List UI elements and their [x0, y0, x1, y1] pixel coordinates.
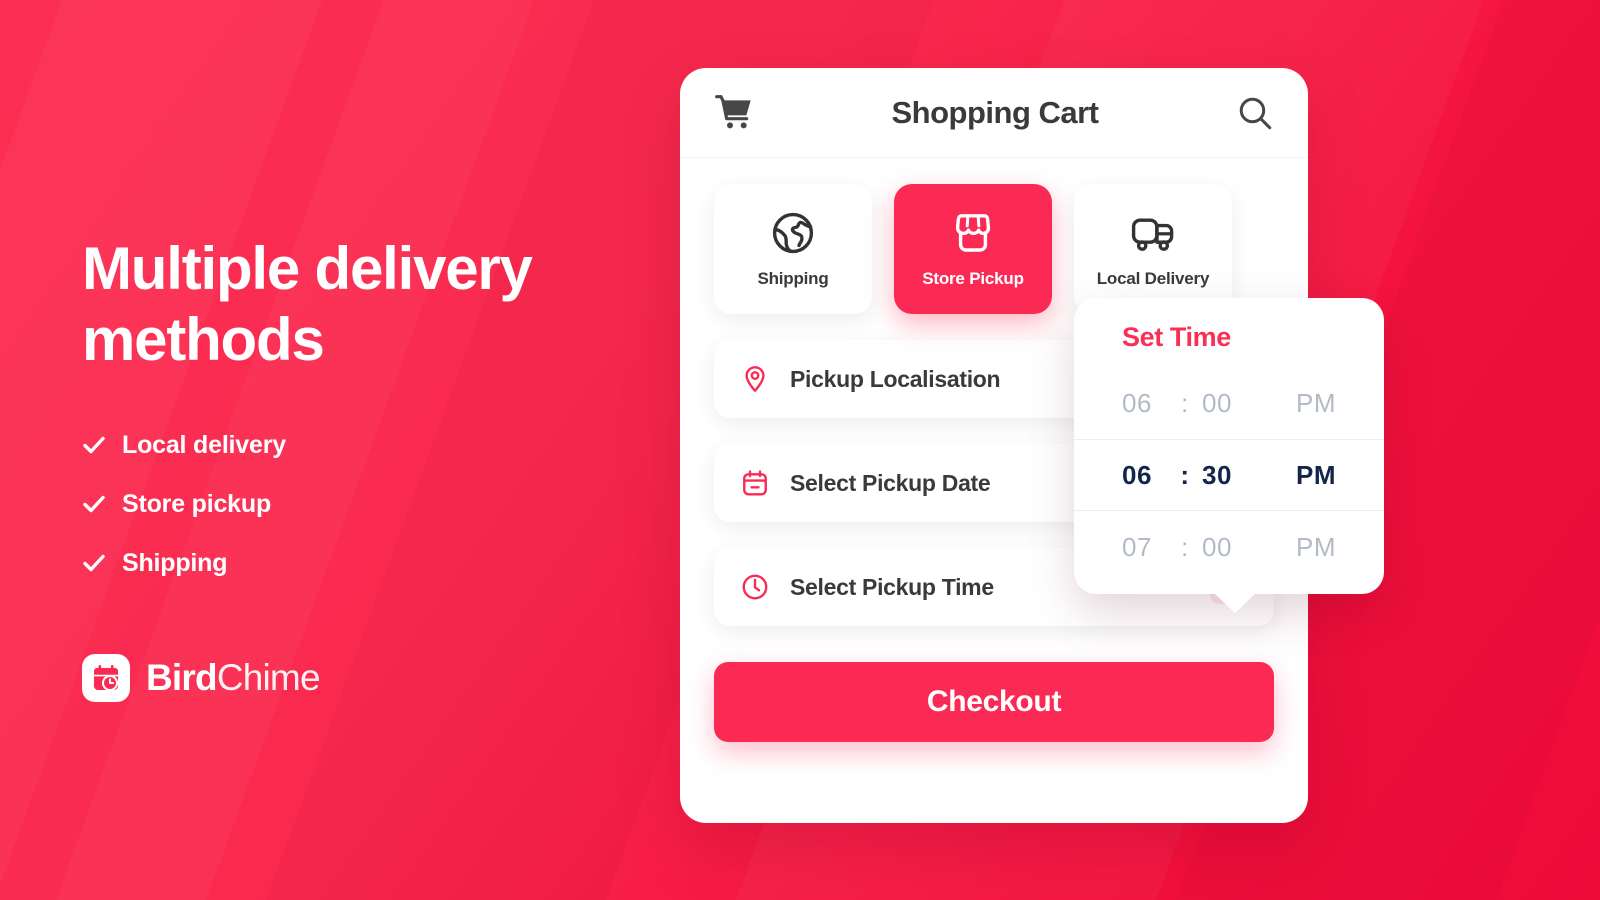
truck-icon — [1129, 209, 1177, 257]
time-minute: 00 — [1202, 531, 1232, 562]
checkout-button[interactable]: Checkout — [714, 662, 1274, 742]
feature-label: Local delivery — [122, 430, 286, 459]
time-option[interactable]: 07 : 00 PM — [1074, 511, 1384, 583]
time-hour: 06 — [1122, 387, 1152, 418]
marketing-panel: Multiple delivery methods Local delivery… — [82, 234, 642, 702]
brand-name-primary: Bird — [146, 657, 218, 699]
delivery-method-tabs: Shipping Store Pickup Local Delivery — [714, 184, 1274, 314]
brand-name-secondary: Chime — [216, 657, 321, 699]
tab-store-pickup[interactable]: Store Pickup — [894, 184, 1052, 314]
page-title: Shopping Cart — [891, 95, 1099, 130]
check-icon — [82, 551, 106, 575]
header-divider — [680, 157, 1308, 158]
globe-icon — [769, 209, 817, 257]
tab-label: Local Delivery — [1096, 269, 1210, 288]
brand-logo: BirdChime — [82, 653, 642, 702]
list-item: Shipping — [82, 549, 642, 578]
time-meridiem: PM — [1296, 387, 1336, 418]
time-option-selected[interactable]: 06 : 30 PM — [1074, 439, 1384, 511]
tab-label: Shipping — [757, 269, 829, 288]
time-hour: 07 — [1122, 531, 1152, 562]
popup-pointer — [1214, 593, 1256, 613]
time-minute: 00 — [1202, 387, 1232, 418]
time-picker-popup: Set Time 06 : 00 PM 06 : 30 PM 07 : 00 P… — [1074, 298, 1384, 613]
check-icon — [82, 492, 106, 516]
feature-list: Local delivery Store pickup Shipping — [82, 431, 642, 578]
feature-label: Shipping — [122, 548, 228, 577]
tab-label: Store Pickup — [922, 269, 1024, 288]
calendar-icon — [740, 468, 770, 498]
card-header: Shopping Cart — [680, 68, 1308, 158]
time-hour: 06 — [1122, 459, 1152, 490]
tab-local-delivery[interactable]: Local Delivery — [1074, 184, 1232, 314]
calendar-clock-icon — [82, 653, 130, 702]
shopping-cart-icon[interactable] — [714, 93, 754, 133]
tab-shipping[interactable]: Shipping — [714, 184, 872, 314]
time-separator: : — [1181, 531, 1189, 562]
search-icon[interactable] — [1236, 94, 1274, 132]
feature-label: Store pickup — [122, 489, 272, 518]
time-separator: : — [1181, 387, 1189, 418]
list-item: Store pickup — [82, 490, 642, 519]
check-icon — [82, 433, 106, 457]
storefront-icon — [949, 209, 997, 257]
time-minute: 30 — [1202, 459, 1232, 490]
time-separator: : — [1180, 459, 1190, 490]
map-pin-icon — [740, 364, 770, 394]
clock-icon — [740, 572, 770, 602]
time-option[interactable]: 06 : 00 PM — [1074, 367, 1384, 439]
time-meridiem: PM — [1296, 531, 1336, 562]
time-meridiem: PM — [1296, 459, 1336, 490]
list-item: Local delivery — [82, 431, 642, 460]
page-title: Multiple delivery methods — [82, 235, 533, 373]
time-picker-title: Set Time — [1122, 322, 1231, 352]
brand-wordmark: BirdChime — [146, 657, 321, 699]
